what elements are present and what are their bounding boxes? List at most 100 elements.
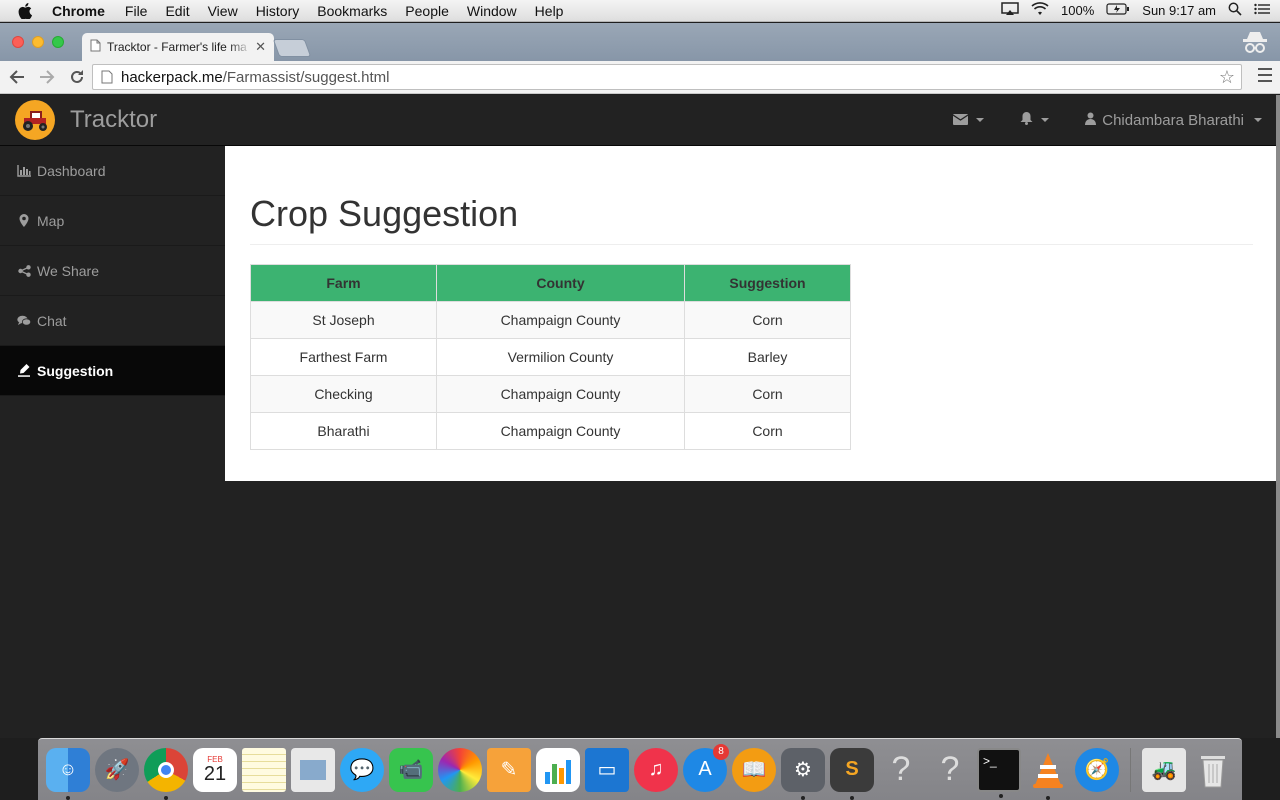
new-tab-button[interactable] <box>272 39 312 57</box>
window-edge <box>1276 95 1280 738</box>
forward-button[interactable] <box>34 64 60 90</box>
sidebar-item-label: Dashboard <box>37 162 106 179</box>
dock-messages-icon[interactable]: 💬 <box>340 747 384 792</box>
dock-calendar-icon[interactable]: FEB 21 <box>193 747 237 792</box>
menu-history[interactable]: History <box>256 3 300 19</box>
notification-center-icon[interactable] <box>1254 3 1270 18</box>
tractor-logo-icon[interactable] <box>15 100 55 140</box>
menu-edit[interactable]: Edit <box>165 3 189 19</box>
dock-itunes-icon[interactable]: ♫ <box>634 747 678 792</box>
sidebar-item-map[interactable]: Map <box>0 196 225 246</box>
dock-pages-icon[interactable]: ✎ <box>487 747 531 792</box>
dock-sublime-text-icon[interactable]: S <box>830 747 874 800</box>
calendar-day: 21 <box>203 763 227 785</box>
comments-icon <box>17 314 31 328</box>
spotlight-search-icon[interactable] <box>1228 2 1242 19</box>
map-marker-icon <box>17 214 31 228</box>
zoom-window-button[interactable] <box>52 36 64 48</box>
sidebar-item-label: We Share <box>37 262 99 279</box>
tab-title: Tracktor - Farmer's life ma <box>107 40 247 54</box>
dock-app-store-icon[interactable]: A8 <box>683 743 729 792</box>
reload-button[interactable] <box>64 64 90 90</box>
close-tab-icon[interactable]: ✕ <box>255 39 266 55</box>
sidebar-item-we-share[interactable]: We Share <box>0 246 225 296</box>
macos-menu-bar: Chrome File Edit View History Bookmarks … <box>0 0 1280 22</box>
chevron-down-icon <box>1041 118 1050 122</box>
column-header-suggestion[interactable]: Suggestion <box>684 264 851 302</box>
sidebar-item-label: Map <box>37 212 65 229</box>
dock-unknown-app-icon[interactable]: ? <box>879 748 923 792</box>
column-header-county[interactable]: County <box>436 264 685 302</box>
column-header-farm[interactable]: Farm <box>250 264 437 302</box>
dock-notes-icon[interactable] <box>242 747 286 792</box>
dock-tracktor-icon[interactable]: 🚜 <box>1142 747 1186 792</box>
dock-system-preferences-icon[interactable]: ⚙ <box>781 747 825 800</box>
airplay-icon[interactable] <box>1001 2 1019 19</box>
bar-chart-icon <box>17 164 31 178</box>
dock-launchpad-icon[interactable]: 🚀 <box>95 747 139 792</box>
menu-bookmarks[interactable]: Bookmarks <box>317 3 387 19</box>
table-row: Bharathi Champaign County Corn <box>250 412 851 450</box>
minimize-window-button[interactable] <box>32 36 44 48</box>
menu-help[interactable]: Help <box>535 3 564 19</box>
dock-chrome-icon[interactable] <box>144 747 188 800</box>
dock-finder-icon[interactable]: ☺ <box>46 747 90 800</box>
cell-county: Champaign County <box>436 375 685 413</box>
dock-terminal-icon[interactable]: >_ <box>977 747 1021 798</box>
menu-people[interactable]: People <box>405 3 449 19</box>
address-bar[interactable]: hackerpack.me/Farmassist/suggest.html ☆ <box>92 64 1242 90</box>
chrome-menu-icon[interactable] <box>1258 68 1272 86</box>
cell-farm: Bharathi <box>250 412 437 450</box>
messages-dropdown[interactable] <box>952 112 985 129</box>
macos-dock: ☺ 🚀 FEB 21 💬 📹 ✎ ▭ ♫ A8 📖 ⚙ S ? ? >_ 🧭 🚜 <box>38 738 1242 800</box>
dock-trash-icon[interactable] <box>1191 748 1235 792</box>
sidebar-item-label: Chat <box>37 312 67 329</box>
bookmark-star-icon[interactable]: ☆ <box>1219 67 1235 88</box>
battery-percent: 100% <box>1061 3 1095 18</box>
user-dropdown[interactable]: Chidambara Bharathi <box>1085 112 1262 129</box>
menu-file[interactable]: File <box>125 3 148 19</box>
user-icon <box>1085 112 1097 129</box>
main-content: Crop Suggestion Farm County Suggestion S… <box>225 146 1276 481</box>
user-name: Chidambara Bharathi <box>1102 111 1244 129</box>
menu-app-name[interactable]: Chrome <box>52 3 105 19</box>
sidebar-item-chat[interactable]: Chat <box>0 296 225 346</box>
dock-safari-icon[interactable]: 🧭 <box>1075 747 1119 792</box>
brand-name[interactable]: Tracktor <box>70 106 157 134</box>
table-row: Checking Champaign County Corn <box>250 375 851 413</box>
back-button[interactable] <box>4 64 30 90</box>
sidebar-item-dashboard[interactable]: Dashboard <box>0 146 225 196</box>
dock-keynote-icon[interactable]: ▭ <box>585 747 629 792</box>
dock-numbers-icon[interactable] <box>536 747 580 792</box>
dock-preview-icon[interactable] <box>291 747 335 792</box>
dock-vlc-icon[interactable] <box>1026 748 1070 800</box>
alerts-dropdown[interactable] <box>1020 111 1050 129</box>
apple-icon[interactable] <box>18 2 36 19</box>
navbar-right: Chidambara Bharathi <box>952 111 1276 129</box>
sidebar: Dashboard Map We Share Chat Suggestion <box>0 146 225 738</box>
page-favicon-icon <box>90 39 101 55</box>
window-controls <box>12 36 64 48</box>
browser-tab[interactable]: Tracktor - Farmer's life ma ✕ <box>82 33 274 61</box>
cell-farm: Farthest Farm <box>250 338 437 376</box>
status-area: 100% Sun 9:17 am <box>1001 2 1280 19</box>
clock[interactable]: Sun 9:17 am <box>1142 3 1216 18</box>
cell-suggestion: Corn <box>684 412 851 450</box>
dock-facetime-icon[interactable]: 📹 <box>389 747 433 792</box>
chevron-down-icon <box>1254 118 1262 122</box>
close-window-button[interactable] <box>12 36 24 48</box>
dock-ibooks-icon[interactable]: 📖 <box>732 747 776 792</box>
sidebar-item-suggestion[interactable]: Suggestion <box>0 346 225 396</box>
incognito-icon <box>1240 30 1270 58</box>
cell-county: Champaign County <box>436 412 685 450</box>
battery-icon[interactable] <box>1106 3 1130 18</box>
wifi-icon[interactable] <box>1031 2 1049 19</box>
dock-unknown-app-icon[interactable]: ? <box>928 748 972 792</box>
cell-county: Vermilion County <box>436 338 685 376</box>
cell-suggestion: Barley <box>684 338 851 376</box>
menu-view[interactable]: View <box>208 3 238 19</box>
menu-window[interactable]: Window <box>467 3 517 19</box>
page-info-icon[interactable] <box>101 70 113 84</box>
page-header: Crop Suggestion <box>250 192 1253 245</box>
dock-photos-icon[interactable] <box>438 747 482 792</box>
